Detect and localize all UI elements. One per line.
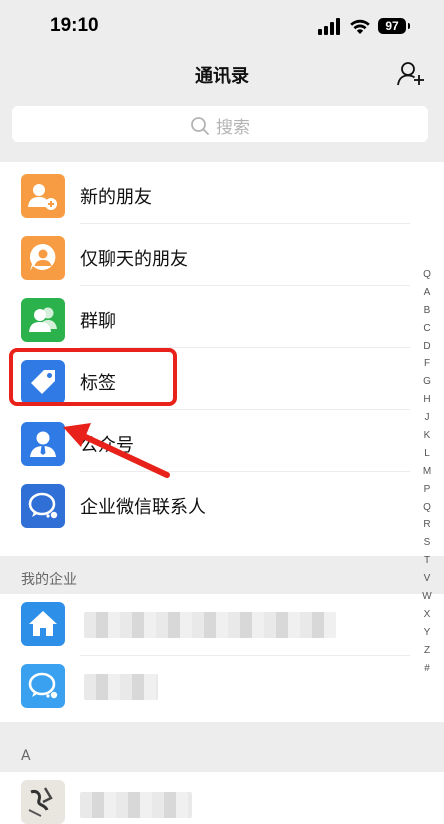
- status-icons: 97: [318, 17, 410, 37]
- index-letter[interactable]: J: [419, 409, 435, 427]
- list-item-label: 群聊: [80, 311, 116, 332]
- list-item-enterprise-2[interactable]: [0, 656, 410, 722]
- chat-person-icon: [21, 236, 65, 280]
- index-letter[interactable]: H: [419, 391, 435, 409]
- blurred-name: [84, 674, 158, 700]
- index-letter[interactable]: R: [419, 516, 435, 534]
- annotation-arrow-icon: [63, 423, 170, 478]
- section-label: A: [21, 748, 31, 764]
- list-item-label: 仅聊天的朋友: [80, 249, 188, 270]
- blurred-name: [80, 792, 192, 818]
- index-letter[interactable]: Y: [419, 624, 435, 642]
- nav-bar: 通讯录: [0, 56, 444, 96]
- section-header-enterprise: 我的企业: [0, 556, 444, 594]
- wifi-icon: [350, 19, 370, 34]
- search-placeholder-wrap: 搜索: [12, 113, 428, 138]
- index-letter[interactable]: Z: [419, 642, 435, 660]
- status-time: 19:10: [50, 15, 99, 36]
- group-icon: [21, 298, 65, 342]
- index-letter[interactable]: G: [419, 373, 435, 391]
- list-item-label: 新的朋友: [80, 187, 152, 208]
- list-item-new-friends[interactable]: 新的朋友: [0, 162, 410, 224]
- list-item-label: 企业微信联系人: [80, 497, 206, 518]
- add-person-icon: [21, 174, 65, 218]
- index-letter[interactable]: K: [419, 427, 435, 445]
- index-letter[interactable]: W: [419, 588, 435, 606]
- index-letter[interactable]: C: [419, 320, 435, 338]
- search-placeholder: 搜索: [216, 118, 250, 138]
- list-item-group-chat[interactable]: 群聊: [0, 286, 410, 348]
- index-letter[interactable]: #: [419, 660, 435, 678]
- list-item-chat-only-friends[interactable]: 仅聊天的朋友: [0, 224, 410, 286]
- index-letter[interactable]: L: [419, 445, 435, 463]
- battery-indicator: 97: [378, 18, 410, 34]
- search-input[interactable]: 搜索: [12, 106, 428, 142]
- index-letter[interactable]: A: [419, 284, 435, 302]
- index-letter[interactable]: M: [419, 463, 435, 481]
- wecom-icon: [21, 484, 65, 528]
- section-header-a: A: [0, 722, 444, 772]
- index-letter[interactable]: B: [419, 302, 435, 320]
- index-letter[interactable]: S: [419, 534, 435, 552]
- index-letter[interactable]: Q: [419, 499, 435, 517]
- search-icon: [191, 117, 209, 135]
- alphabet-index[interactable]: Q A B C D F G H J K L M P Q R S T V W X Y Z #: [419, 266, 435, 677]
- index-letter[interactable]: X: [419, 606, 435, 624]
- home-icon: [21, 602, 65, 646]
- wecom-icon: [21, 664, 65, 708]
- add-friend-icon[interactable]: [396, 60, 426, 88]
- index-letter[interactable]: V: [419, 570, 435, 588]
- section-label: 我的企业: [21, 572, 77, 588]
- highlight-box: [9, 348, 177, 406]
- cellular-signal-icon: [318, 17, 342, 35]
- index-letter[interactable]: T: [419, 552, 435, 570]
- index-letter[interactable]: F: [419, 355, 435, 373]
- avatar: [21, 780, 65, 824]
- blurred-name: [84, 612, 336, 638]
- list-item-contact[interactable]: [0, 772, 410, 824]
- search-area: 搜索: [0, 96, 444, 162]
- page-title: 通讯录: [195, 66, 249, 87]
- index-search-icon[interactable]: Q: [419, 266, 435, 284]
- index-letter[interactable]: P: [419, 481, 435, 499]
- index-letter[interactable]: D: [419, 338, 435, 356]
- list-item-enterprise-1[interactable]: [0, 594, 410, 656]
- status-bar: 19:10 97: [0, 0, 444, 56]
